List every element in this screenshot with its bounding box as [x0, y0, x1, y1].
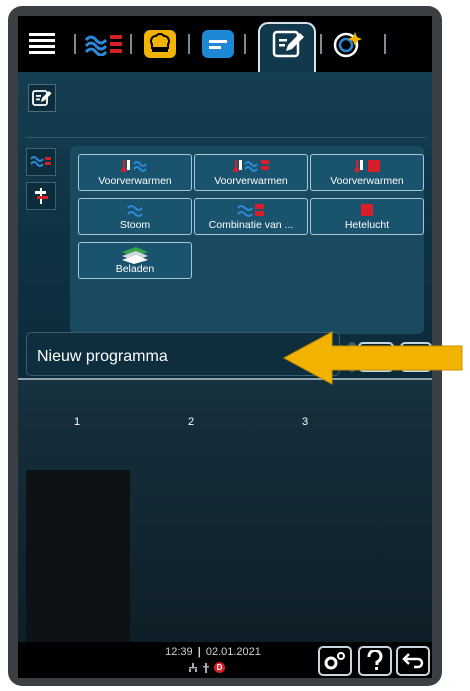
tab-separator [188, 34, 190, 54]
preheat-steam-icon [121, 160, 147, 173]
hot-air-button[interactable]: Hetelucht [310, 198, 424, 235]
preheat-steam-button[interactable]: Voorverwarmen [78, 154, 192, 191]
menu-icon [29, 33, 55, 54]
time: 12:39 [165, 646, 193, 658]
back-button[interactable] [396, 646, 430, 676]
step-panel: Voorverwarmen Voorverwarmen Voorverwarme… [70, 146, 424, 334]
combi-icon [237, 204, 264, 217]
annotation-arrow-icon [282, 331, 463, 385]
list-card-icon [202, 30, 234, 58]
help-icon [367, 650, 383, 670]
intelligent-cooking-icon [333, 32, 362, 58]
divider [26, 137, 426, 138]
steam-button[interactable]: Stoom [78, 198, 192, 235]
load-button[interactable]: Beladen [78, 242, 192, 279]
button-label: Voorverwarmen [214, 175, 288, 187]
settings-button[interactable] [318, 646, 352, 676]
step-number: 1 [74, 416, 81, 428]
time-separator: | [197, 646, 201, 658]
food-hat-icon [144, 30, 176, 58]
network-icon [189, 662, 197, 672]
top-navigation-bar [18, 16, 432, 72]
status-icons: D [188, 662, 225, 673]
step-overview: 1 2 3 [18, 380, 432, 642]
tab-menu[interactable] [22, 26, 62, 62]
combination-button[interactable]: Combinatie van ... [194, 198, 308, 235]
button-label: Beladen [115, 263, 155, 275]
tab-food[interactable] [140, 26, 180, 62]
preheat-combi-icon [233, 160, 269, 173]
steam-heat-icon [30, 156, 51, 167]
tab-edit-program[interactable] [268, 26, 308, 62]
tab-separator [320, 34, 322, 54]
gear-icon [324, 652, 345, 670]
side-tab-cooking-modes[interactable] [26, 148, 56, 176]
step-slot-1[interactable] [26, 470, 130, 642]
edit-mode-button[interactable] [28, 84, 56, 112]
tab-cooking-modes[interactable] [84, 26, 124, 62]
status-badge: D [214, 662, 225, 673]
usb-icon [203, 662, 209, 673]
tab-separator [384, 34, 386, 54]
edit-program-icon [32, 90, 52, 106]
preheat-hot-air-button[interactable]: Voorverwarmen [310, 154, 424, 191]
help-button[interactable] [358, 646, 392, 676]
date: 02.01.2021 [205, 646, 261, 658]
step-number: 3 [302, 416, 309, 428]
button-label: Voorverwarmen [98, 175, 172, 187]
button-label: Voorverwarmen [330, 175, 404, 187]
tab-intelligent-cooking[interactable] [328, 26, 368, 62]
steam-heat-icon [84, 35, 122, 56]
back-arrow-icon [402, 653, 424, 669]
bottom-status-bar: 12:39 | 02.01.2021 D [18, 642, 432, 678]
tab-separator [74, 34, 76, 54]
edit-program-icon [272, 30, 304, 58]
button-label: Combinatie van ... [208, 219, 294, 231]
preheat-combi-button[interactable]: Voorverwarmen [194, 154, 308, 191]
clock: 12:39 | 02.01.2021 [148, 646, 278, 658]
tab-separator [244, 34, 246, 54]
button-label: Stoom [119, 219, 151, 231]
side-tab-settings[interactable] [26, 182, 56, 210]
tab-programs-list[interactable] [198, 26, 238, 62]
button-label: Hetelucht [344, 219, 390, 231]
step-number: 2 [188, 416, 195, 428]
hot-air-icon [361, 204, 373, 216]
load-trays-icon [122, 247, 148, 264]
signpost-icon [35, 188, 48, 204]
preheat-hot-air-icon [354, 160, 380, 173]
tab-separator [130, 34, 132, 54]
steam-icon [127, 205, 143, 217]
